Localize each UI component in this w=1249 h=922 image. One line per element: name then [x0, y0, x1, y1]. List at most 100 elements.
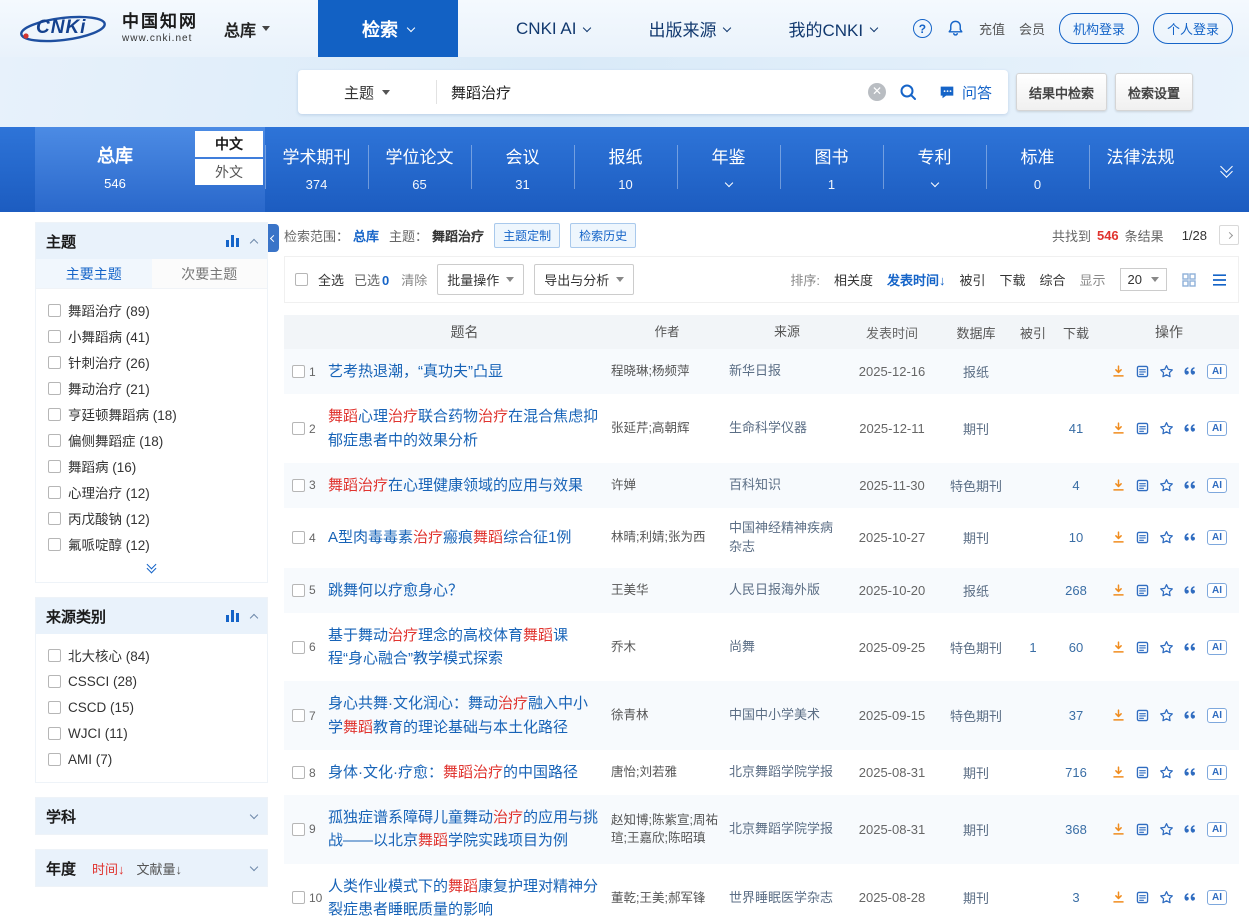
expand-more-button[interactable]	[36, 559, 267, 582]
read-icon[interactable]	[1135, 640, 1150, 655]
db-tab[interactable]: 报纸10	[574, 143, 677, 212]
cite-icon[interactable]	[1183, 583, 1198, 598]
next-page-button[interactable]	[1219, 225, 1239, 245]
result-title-link[interactable]: 舞蹈治疗在心理健康领域的应用与效果	[328, 477, 583, 494]
result-authors[interactable]: 徐青林	[611, 706, 729, 725]
result-authors[interactable]: 董乾;王美;郝军锋	[611, 889, 729, 908]
ai-button[interactable]: AI	[1207, 583, 1227, 598]
cite-icon[interactable]	[1183, 708, 1198, 723]
result-download-count[interactable]: 60	[1053, 640, 1099, 655]
db-tab[interactable]: 图书1	[780, 143, 883, 212]
download-icon[interactable]	[1111, 640, 1126, 655]
row-checkbox[interactable]	[292, 709, 305, 722]
db-tab[interactable]: 年鉴	[677, 143, 780, 212]
col-header-date[interactable]: 发表时间	[845, 323, 939, 342]
nav-tab-cnki-ai[interactable]: CNKI AI	[516, 19, 590, 39]
result-authors[interactable]: 赵知博;陈紫宣;周祐瑄;王嘉欣;陈昭瑱	[611, 811, 729, 849]
cite-icon[interactable]	[1183, 364, 1198, 379]
result-title-link[interactable]: 舞蹈心理治疗联合药物治疗在混合焦虑抑郁症患者中的效果分析	[328, 408, 598, 448]
result-download-count[interactable]: 4	[1053, 478, 1099, 493]
filter-checkbox[interactable]	[48, 460, 61, 473]
page-size-select[interactable]: 20	[1120, 268, 1167, 291]
ai-button[interactable]: AI	[1207, 530, 1227, 545]
db-tab-zongku[interactable]: 总库 546 中文外文	[35, 127, 265, 212]
filter-item[interactable]: 舞蹈治疗 (89)	[48, 297, 255, 323]
read-icon[interactable]	[1135, 530, 1150, 545]
nav-collapse-icon[interactable]	[1222, 162, 1231, 178]
search-field-selector[interactable]: 主题	[298, 82, 436, 103]
filter-item[interactable]: 北大核心 (84)	[48, 642, 255, 668]
read-icon[interactable]	[1135, 765, 1150, 780]
filter-checkbox[interactable]	[48, 512, 61, 525]
list-view-icon[interactable]	[1211, 272, 1228, 288]
ai-button[interactable]: AI	[1207, 421, 1227, 436]
download-icon[interactable]	[1111, 530, 1126, 545]
cite-icon[interactable]	[1183, 530, 1198, 545]
filter-item[interactable]: 小舞蹈病 (41)	[48, 323, 255, 349]
cnki-logo[interactable]: CNKi 中国知网 www.cnki.net	[18, 12, 198, 46]
favorite-icon[interactable]	[1159, 478, 1174, 493]
result-title-link[interactable]: 孤独症谱系障碍儿童舞动治疗的应用与挑战——以北京舞蹈学院实践项目为例	[328, 809, 598, 849]
grid-view-icon[interactable]	[1181, 272, 1197, 288]
row-checkbox[interactable]	[292, 766, 305, 779]
download-icon[interactable]	[1111, 822, 1126, 837]
read-icon[interactable]	[1135, 708, 1150, 723]
row-checkbox[interactable]	[292, 479, 305, 492]
filter-item[interactable]: 舞蹈病 (16)	[48, 453, 255, 479]
filter-checkbox[interactable]	[48, 486, 61, 499]
cite-icon[interactable]	[1183, 890, 1198, 905]
favorite-icon[interactable]	[1159, 421, 1174, 436]
filter-item[interactable]: 氟哌啶醇 (12)	[48, 531, 255, 557]
result-authors[interactable]: 乔木	[611, 638, 729, 657]
nav-tab-publish-source[interactable]: 出版来源	[648, 16, 730, 41]
filter-checkbox[interactable]	[48, 701, 61, 714]
stats-bars-icon[interactable]	[226, 610, 239, 622]
result-authors[interactable]: 林晴;利婧;张为西	[611, 528, 729, 547]
sort-option[interactable]: 综合	[1040, 270, 1066, 289]
col-header-database[interactable]: 数据库	[939, 323, 1013, 342]
filter-item[interactable]: WJCI (11)	[48, 720, 255, 746]
cite-icon[interactable]	[1183, 478, 1198, 493]
db-tab[interactable]: 学术期刊374	[265, 143, 368, 212]
result-source[interactable]: 尚舞	[729, 638, 845, 657]
db-tab[interactable]: 法律法规	[1089, 143, 1192, 212]
favorite-icon[interactable]	[1159, 583, 1174, 598]
filter-checkbox[interactable]	[48, 304, 61, 317]
filter-checkbox[interactable]	[48, 408, 61, 421]
result-authors[interactable]: 唐怡;刘若雅	[611, 763, 729, 782]
result-source[interactable]: 生命科学仪器	[729, 419, 845, 438]
year-time-sort[interactable]: 时间↓	[92, 859, 125, 878]
db-tab[interactable]: 标准0	[986, 143, 1089, 212]
search-history-button[interactable]: 检索历史	[570, 223, 636, 248]
row-checkbox[interactable]	[292, 823, 305, 836]
result-source[interactable]: 新华日报	[729, 362, 845, 381]
filter-item[interactable]: 心理治疗 (12)	[48, 479, 255, 505]
read-icon[interactable]	[1135, 583, 1150, 598]
result-authors[interactable]: 许婵	[611, 476, 729, 495]
menu-zongku[interactable]: 总库	[224, 17, 270, 41]
filter-checkbox[interactable]	[48, 727, 61, 740]
result-title-link[interactable]: 身体·文化·疗愈：舞蹈治疗的中国路径	[328, 764, 578, 781]
col-header-downloads[interactable]: 下载	[1053, 323, 1099, 342]
bell-icon[interactable]	[946, 19, 965, 38]
filter-item[interactable]: CSSCI (28)	[48, 668, 255, 694]
cite-icon[interactable]	[1183, 421, 1198, 436]
download-icon[interactable]	[1111, 765, 1126, 780]
result-download-count[interactable]: 41	[1053, 421, 1099, 436]
filter-item[interactable]: 舞动治疗 (21)	[48, 375, 255, 401]
result-download-count[interactable]: 716	[1053, 765, 1099, 780]
ai-button[interactable]: AI	[1207, 478, 1227, 493]
favorite-icon[interactable]	[1159, 890, 1174, 905]
stats-bars-icon[interactable]	[226, 235, 239, 247]
clear-search-icon[interactable]: ✕	[868, 83, 886, 101]
select-all-label[interactable]: 全选	[318, 270, 344, 289]
result-source[interactable]: 世界睡眠医学杂志	[729, 889, 845, 908]
topic-tab[interactable]: 次要主题	[152, 259, 268, 288]
result-source[interactable]: 北京舞蹈学院学报	[729, 820, 845, 839]
scope-database-link[interactable]: 总库	[353, 226, 379, 245]
ai-button[interactable]: AI	[1207, 890, 1227, 905]
result-download-count[interactable]: 3	[1053, 890, 1099, 905]
ai-button[interactable]: AI	[1207, 822, 1227, 837]
read-icon[interactable]	[1135, 890, 1150, 905]
search-icon[interactable]	[898, 82, 918, 102]
